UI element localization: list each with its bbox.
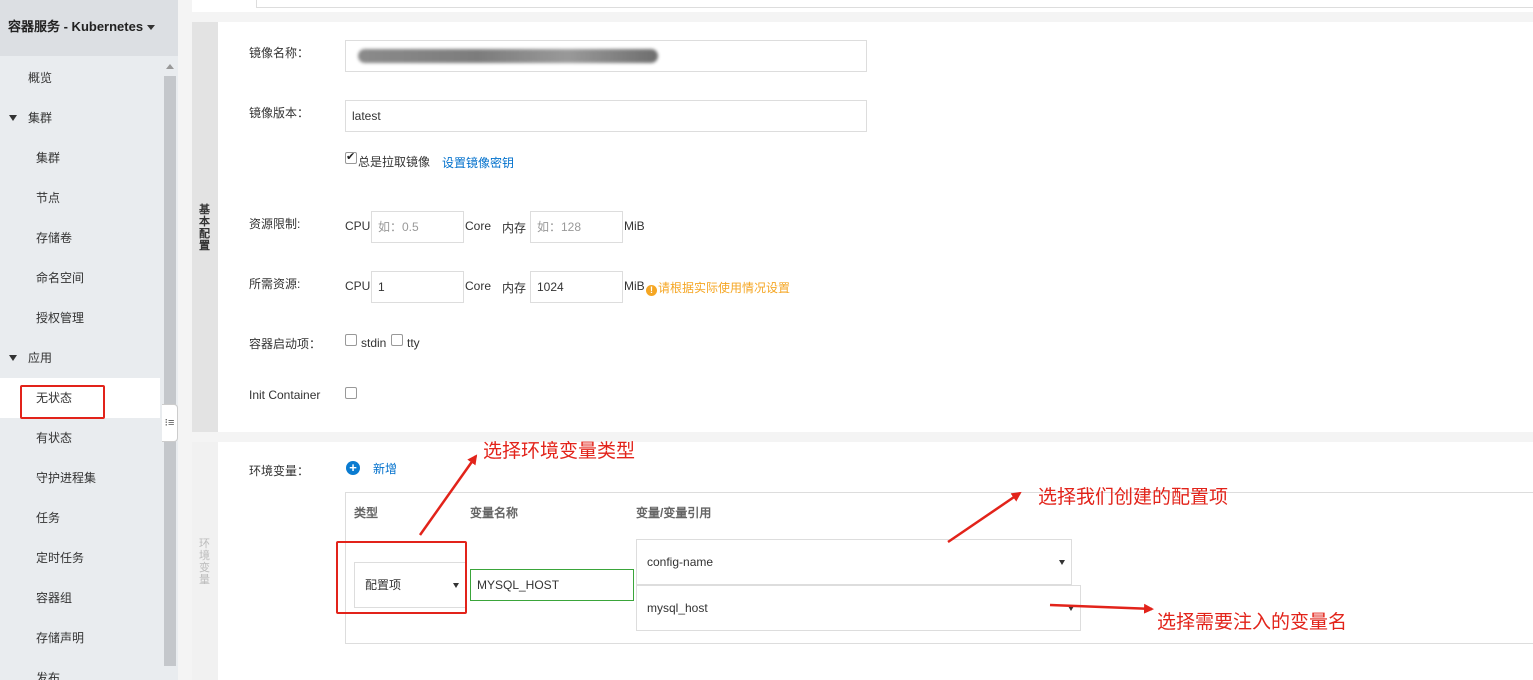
image-version-input[interactable]: latest [345,100,867,132]
sidebar-item-label: 命名空间 [36,271,85,285]
request-core-label: Core [465,279,492,293]
sidebar-item-label: 集群 [28,111,53,125]
add-icon[interactable]: + [346,461,360,475]
sidebar-item-label: 存储声明 [36,631,85,645]
collapse-icon: ⁝≡ [164,417,175,429]
redacted-text [358,49,658,63]
image-name-label: 镜像名称： [249,46,310,60]
sidebar-item-overview[interactable]: 概览 [0,66,160,90]
sidebar-item-label: 存储卷 [36,231,73,245]
sidebar-item-label: 有状态 [36,431,73,445]
highlight-box [336,541,467,614]
product-switcher[interactable]: 容器服务 - Kubernetes [0,0,178,56]
limit-mem-input[interactable]: 如：128 [530,211,623,243]
config-map-select[interactable]: config-name [636,539,1072,585]
sidebar-item-authorization[interactable]: 授权管理 [0,306,160,330]
limit-mib-label: MiB [624,219,645,233]
basic-config-tab-label: 基本配置 [199,204,210,252]
col-ref: 变量/变量引用 [636,506,712,520]
sidebar-item-nodes[interactable]: 节点 [0,186,160,210]
sidebar-item-jobs[interactable]: 任务 [0,506,160,530]
sidebar-item-namespaces[interactable]: 命名空间 [0,266,160,290]
sidebar-item-label: 节点 [36,191,61,205]
sidebar-item-daemonsets[interactable]: 守护进程集 [0,466,160,490]
config-key-value: mysql_host [647,601,708,615]
request-mib-label: MiB [624,279,645,293]
limit-cpu-input[interactable]: 如：0.5 [371,211,464,243]
request-cpu-input[interactable]: 1 [371,271,464,303]
request-hint: ! 请根据实际使用情况设置 [646,279,790,296]
always-pull-label: 总是拉取镜像 [358,155,431,169]
init-container-checkbox[interactable] [345,387,357,399]
image-name-input[interactable] [345,40,867,72]
startup-label: 容器启动项： [249,337,322,351]
basic-config-section: 基本配置 镜像名称： 镜像版本： latest 总是拉取镜像 设置镜像密钥 资源… [192,22,1533,432]
tty-checkbox[interactable] [391,334,403,346]
sidebar-item-cronjobs[interactable]: 定时任务 [0,546,160,570]
stdin-label: stdin [361,336,387,350]
col-type: 类型 [354,506,379,520]
dropdown-arrow-icon [1068,606,1074,611]
limit-label: 资源限制: [249,217,301,231]
sidebar-item-statefulsets[interactable]: 有状态 [0,426,160,450]
sidebar-item-label: 任务 [36,511,61,525]
limit-core-label: Core [465,219,492,233]
product-title: 容器服务 - Kubernetes [8,19,144,34]
tty-label: tty [407,336,420,350]
sidebar-item-clusters[interactable]: 集群 [0,146,160,170]
sidebar-item-volumes[interactable]: 存储卷 [0,226,160,250]
top-tabs-edge [192,0,1533,12]
request-cpu-label: CPU [345,279,371,293]
sidebar-scrollbar[interactable] [162,58,178,680]
always-pull-checkbox[interactable] [345,150,357,164]
image-version-label: 镜像版本： [249,106,310,120]
sidebar: 容器服务 - Kubernetes 概览 集群 集群 节点 存储卷 命名空间 授… [0,0,178,680]
sidebar-item-releases[interactable]: 发布 [0,666,160,680]
sidebar-collapse-toggle[interactable]: ⁝≡ [162,404,178,442]
tab-divider [256,0,1533,8]
env-tab-label: 环境变量 [199,538,210,586]
page: 容器服务 - Kubernetes 概览 集群 集群 节点 存储卷 命名空间 授… [0,0,1533,680]
triangle-down-icon [9,115,17,121]
limit-mem-label: 内存 [502,221,527,235]
init-container-label: Init Container [249,388,321,402]
scrollbar-thumb[interactable] [164,76,176,666]
caret-down-icon [147,25,156,31]
limit-cpu-label: CPU [345,219,371,233]
config-key-select[interactable]: mysql_host [636,585,1081,631]
dropdown-arrow-icon [1059,560,1065,565]
sidebar-item-label: 应用 [28,351,53,365]
sidebar-item-label: 发布 [36,671,61,680]
sidebar-item-label: 容器组 [36,591,73,605]
scroll-up-icon[interactable] [166,64,174,69]
env-tab: 环境变量 [192,442,218,680]
sidebar-item-label: 定时任务 [36,551,85,565]
env-name-input[interactable]: MYSQL_HOST [470,569,634,601]
col-name: 变量名称 [470,506,519,520]
basic-config-tab: 基本配置 [192,22,218,432]
request-hint-text: 请根据实际使用情况设置 [658,281,791,295]
env-label: 环境变量： [249,464,310,478]
highlight-box [20,385,105,419]
sidebar-item-pvcs[interactable]: 存储声明 [0,626,160,650]
sidebar-item-label: 概览 [28,71,53,85]
add-env-link[interactable]: 新增 [373,460,397,477]
stdin-checkbox[interactable] [345,334,357,346]
request-mem-label: 内存 [502,281,527,295]
config-map-value: config-name [647,555,714,569]
request-label: 所需资源: [249,277,301,291]
annotation-select-config: 选择我们创建的配置项 [1038,486,1229,508]
set-image-secret-link[interactable]: 设置镜像密钥 [442,154,514,171]
sidebar-item-pods[interactable]: 容器组 [0,586,160,610]
warning-icon: ! [646,285,657,296]
sidebar-item-label: 守护进程集 [36,471,97,485]
sidebar-group-applications[interactable]: 应用 [0,346,160,370]
request-mem-input[interactable]: 1024 [530,271,623,303]
sidebar-group-clusters[interactable]: 集群 [0,106,160,130]
annotation-select-key: 选择需要注入的变量名 [1157,611,1348,633]
annotation-select-type: 选择环境变量类型 [483,440,636,462]
sidebar-item-label: 授权管理 [36,311,85,325]
sidebar-item-label: 集群 [36,151,61,165]
triangle-down-icon [9,355,17,361]
